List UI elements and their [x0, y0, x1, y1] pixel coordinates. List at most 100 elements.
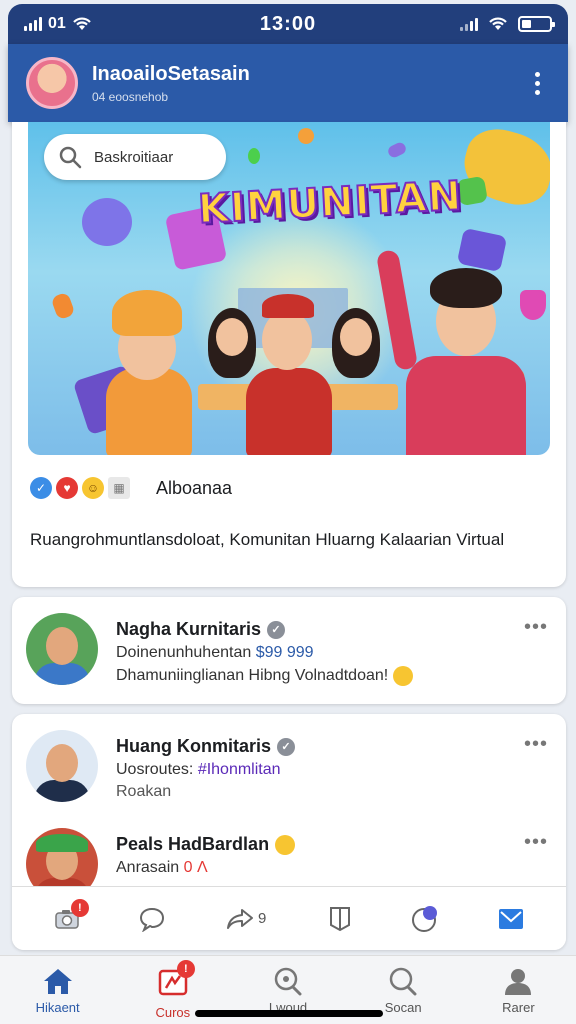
search-icon: [274, 967, 302, 996]
message-button[interactable]: [491, 899, 531, 939]
tab-profile[interactable]: Rarer: [461, 956, 576, 1024]
verified-icon: ✓: [277, 737, 296, 756]
comment-text: Uosroutes:: [116, 761, 198, 778]
page-title: InaoailoSetasain: [92, 62, 250, 85]
dot-icon: [535, 80, 540, 86]
comment-text: Anrasain: [116, 859, 184, 876]
cube-decoration: [386, 140, 408, 160]
comment-text: Dhamuniinglianan Hibng Volnadtdoan!: [116, 667, 389, 685]
comment-body: Peals HadBardlan Anrasain 0 Λ: [116, 828, 520, 877]
more-options-button[interactable]: •••: [520, 832, 552, 852]
comment-author: Huang Konmitaris ✓: [116, 736, 520, 757]
page-subtitle: 04 eoosnehob: [92, 89, 169, 104]
gift-icon-wrap: !: [157, 960, 195, 1001]
more-options-button[interactable]: •••: [520, 617, 552, 637]
comment-row[interactable]: Nagha Kurnitaris ✓ Doinenunhuhentan $99 …: [26, 613, 552, 686]
comment-card: Nagha Kurnitaris ✓ Doinenunhuhentan $99 …: [12, 597, 566, 704]
comment-body: Nagha Kurnitaris ✓ Doinenunhuhentan $99 …: [116, 613, 520, 686]
comment-body: Huang Konmitaris ✓ Uosroutes: #Ihonmlita…: [116, 730, 520, 801]
reaction-label: Alboanaa: [156, 477, 233, 498]
comment-line: Doinenunhuhentan $99 999: [116, 644, 520, 662]
home-indicator[interactable]: [195, 1010, 383, 1017]
activity-button[interactable]: [405, 899, 445, 939]
header-text: InaoailoSetasain 04 eoosnehob: [92, 63, 250, 104]
moon-icon: [412, 905, 438, 932]
comment-row[interactable]: Huang Konmitaris ✓ Uosroutes: #Ihonmlita…: [26, 730, 552, 802]
more-menu-button[interactable]: [525, 66, 550, 101]
tab-label: Rarer: [502, 1000, 535, 1015]
author-name: Huang Konmitaris: [116, 736, 272, 756]
status-bar: 01 13:00: [8, 4, 568, 44]
status-left: 01: [24, 15, 92, 33]
cube-decoration: [295, 125, 317, 147]
dot-icon: [535, 71, 540, 77]
wifi-icon: [489, 17, 507, 30]
comment-button[interactable]: [132, 899, 172, 939]
share-button[interactable]: 9: [218, 899, 274, 939]
home-icon: [43, 969, 72, 994]
bookmark-button[interactable]: [320, 899, 360, 939]
avatar[interactable]: [26, 613, 98, 685]
carrier-label: 01: [48, 15, 66, 32]
hero-banner[interactable]: Baskroitiaar KIMUNITAN: [28, 122, 550, 455]
person-illustration: [238, 288, 338, 455]
person-illustration: [375, 242, 536, 455]
avatar[interactable]: [26, 730, 98, 802]
comment-text: Roakan: [116, 783, 172, 800]
more-options-button[interactable]: •••: [520, 734, 552, 754]
profile-icon: [505, 969, 532, 995]
person-illustration: [92, 272, 202, 455]
search-text: Baskroitiaar: [94, 148, 174, 166]
tab-label: Socan: [384, 1000, 422, 1015]
notification-badge: !: [176, 960, 195, 978]
tab-home[interactable]: Hikaent: [0, 956, 115, 1024]
camera-button[interactable]: !: [47, 898, 89, 939]
hero-card: Baskroitiaar KIMUNITAN ✓ ♥ ☺ ▦ Alboanaa …: [12, 122, 566, 587]
cellular-icon: [460, 17, 478, 31]
heart-icon: ♥: [56, 477, 78, 499]
comment-author: Nagha Kurnitaris ✓: [116, 619, 520, 640]
grid-icon: ▦: [108, 477, 130, 499]
comment-highlight: $99 999: [255, 644, 314, 661]
wifi-icon: [72, 17, 91, 30]
reaction-row[interactable]: ✓ ♥ ☺ ▦ Alboanaa: [30, 477, 232, 499]
gem-decoration: [248, 148, 260, 164]
battery-icon: [518, 16, 555, 32]
banner-title: KIMUNITAN: [196, 172, 464, 234]
share-icon: [226, 908, 253, 929]
search-bar[interactable]: Baskroitiaar: [44, 134, 226, 180]
search-icon: [389, 967, 417, 996]
notification-badge: !: [70, 898, 89, 917]
like-icon: ✓: [30, 477, 52, 499]
app-header: InaoailoSetasain 04 eoosnehob: [8, 44, 568, 122]
verified-icon: ✓: [267, 620, 286, 639]
status-right: [460, 16, 555, 32]
tab-label: Curos: [155, 1005, 191, 1020]
search-icon: [59, 146, 82, 169]
comment-line: Roakan: [116, 783, 520, 801]
bookmark-icon: [329, 906, 350, 931]
robot-decoration: [82, 198, 132, 246]
haha-icon: ☺: [82, 477, 104, 499]
cube-decoration: [50, 291, 76, 321]
avatar[interactable]: [26, 57, 78, 109]
author-name: Peals HadBardlan: [116, 834, 270, 854]
action-bar: ! 9: [12, 886, 566, 950]
emoji-icon: [392, 666, 413, 686]
comment-highlight: 0 Λ: [183, 859, 208, 876]
emoji-icon: [275, 834, 296, 855]
share-count: 9: [257, 910, 267, 927]
comment-text: Doinenunhuhentan: [116, 644, 256, 661]
post-description: Ruangrohmuntlansdoloat, Komunitan Hluarn…: [30, 530, 505, 549]
author-name: Nagha Kurnitaris: [116, 619, 262, 639]
hashtag-link[interactable]: #Ihonmlitan: [198, 761, 281, 778]
comment-line: Dhamuniinglianan Hibng Volnadtdoan!: [116, 666, 520, 686]
dot-icon: [535, 89, 540, 95]
comment-line: Anrasain 0 Λ: [116, 859, 520, 877]
mail-icon: [499, 908, 524, 929]
comment-author: Peals HadBardlan: [116, 834, 520, 855]
comment-line: Uosroutes: #Ihonmlitan: [116, 761, 520, 779]
signal-icon: [24, 17, 42, 31]
comment-icon: [140, 907, 165, 932]
tab-label: Hikaent: [35, 1000, 80, 1015]
